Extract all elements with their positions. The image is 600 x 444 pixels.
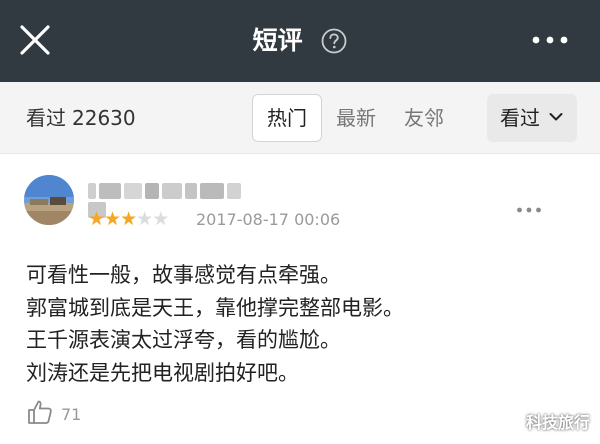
watched-count-number: 22630	[72, 106, 136, 130]
tab-latest[interactable]: 最新	[322, 95, 390, 141]
thumbs-up-icon	[28, 400, 52, 424]
star-icon: ★	[152, 208, 169, 230]
top-nav-bar: 短评	[0, 0, 600, 82]
sort-tabs: 热门 最新 友邻	[252, 94, 458, 142]
page-title-wrap: 短评	[0, 24, 600, 57]
star-icon: ★	[136, 208, 153, 230]
avatar[interactable]	[24, 175, 74, 225]
comment-more-button[interactable]	[516, 199, 542, 213]
chevron-down-icon	[549, 113, 563, 121]
more-horizontal-icon	[532, 36, 568, 44]
watermark: 科技旅行	[525, 413, 590, 432]
filter-bar: 看过 22630 热门 最新 友邻 看过	[0, 82, 600, 154]
star-rating: ★★★★★	[88, 208, 169, 230]
comment-date: 2017-08-17 00:06	[196, 210, 341, 229]
page-title: 短评	[252, 26, 303, 55]
comment-line: 可看性一般，故事感觉有点牵强。	[26, 263, 341, 287]
comment-text: 可看性一般，故事感觉有点牵强。 郭富城到底是天王，靠他撑完整部电影。 王千源表演…	[26, 259, 586, 389]
tab-friends[interactable]: 友邻	[390, 95, 458, 141]
like-button[interactable]	[26, 398, 54, 426]
watched-label: 看过	[26, 106, 66, 130]
username-blurred[interactable]	[88, 180, 264, 218]
watched-count: 看过 22630	[26, 104, 136, 132]
star-icon: ★	[88, 208, 105, 230]
more-options-button[interactable]	[530, 30, 570, 50]
watched-filter-dropdown[interactable]: 看过	[487, 94, 577, 142]
star-icon: ★	[120, 208, 137, 230]
comment-line: 郭富城到底是天王，靠他撑完整部电影。	[26, 295, 404, 320]
more-horizontal-icon	[517, 207, 541, 213]
star-icon: ★	[104, 208, 121, 230]
question-circle-icon[interactable]	[321, 28, 347, 54]
like-count: 71	[61, 405, 82, 424]
comment-line: 王千源表演太过浮夸，看的尴尬。	[26, 328, 341, 352]
comment-card: ★★★★★ 2017-08-17 00:06 可看性一般，故事感觉有点牵强。 郭…	[0, 155, 600, 444]
comment-line: 刘涛还是先把电视剧拍好吧。	[26, 360, 299, 385]
tab-hot[interactable]: 热门	[252, 94, 322, 142]
dropdown-label: 看过	[500, 106, 540, 130]
